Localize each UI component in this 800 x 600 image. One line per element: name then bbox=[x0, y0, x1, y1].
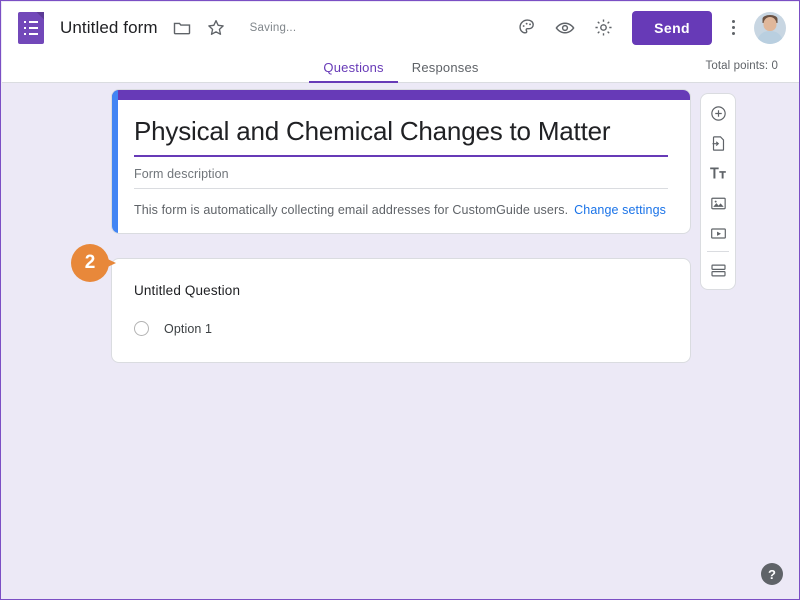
google-forms-window: Untitled form Saving... Send Questions R… bbox=[0, 0, 800, 600]
eye-icon[interactable] bbox=[546, 9, 584, 47]
app-header: Untitled form Saving... Send bbox=[2, 2, 799, 53]
form-editor-toolbar bbox=[700, 93, 736, 290]
add-title-description-icon[interactable] bbox=[701, 158, 735, 188]
avatar[interactable] bbox=[754, 11, 786, 44]
email-notice-text: This form is automatically collecting em… bbox=[134, 203, 569, 217]
add-video-icon[interactable] bbox=[701, 218, 735, 248]
form-title-field[interactable]: Untitled form bbox=[60, 18, 158, 38]
form-content-column: Physical and Chemical Changes to Matter … bbox=[111, 89, 691, 363]
tab-responses[interactable]: Responses bbox=[398, 53, 493, 83]
callout-number: 2 bbox=[71, 244, 109, 282]
callout-badge-2: 2 bbox=[71, 244, 125, 282]
email-collection-notice: This form is automatically collecting em… bbox=[134, 189, 668, 217]
form-tabs: Questions Responses Total points: 0 bbox=[2, 53, 799, 83]
add-section-icon[interactable] bbox=[701, 255, 735, 285]
gear-icon[interactable] bbox=[584, 9, 622, 47]
google-forms-icon[interactable] bbox=[18, 11, 44, 44]
palette-icon[interactable] bbox=[508, 9, 546, 47]
import-questions-icon[interactable] bbox=[701, 128, 735, 158]
form-title-input[interactable]: Physical and Chemical Changes to Matter bbox=[134, 116, 668, 157]
question-card[interactable]: Untitled Question Option 1 bbox=[111, 258, 691, 363]
total-points-label: Total points: 0 bbox=[705, 60, 778, 72]
selection-indicator bbox=[112, 90, 118, 233]
save-status-text: Saving... bbox=[249, 21, 297, 34]
question-title[interactable]: Untitled Question bbox=[134, 283, 668, 298]
folder-icon[interactable] bbox=[172, 18, 192, 38]
add-image-icon[interactable] bbox=[701, 188, 735, 218]
form-header-card[interactable]: Physical and Chemical Changes to Matter … bbox=[111, 89, 691, 234]
question-option-row[interactable]: Option 1 bbox=[134, 321, 668, 336]
form-description-input[interactable]: Form description bbox=[134, 157, 668, 189]
star-icon[interactable] bbox=[206, 18, 226, 38]
change-settings-link[interactable]: Change settings bbox=[574, 203, 666, 217]
help-button[interactable]: ? bbox=[761, 563, 783, 585]
form-theme-stripe bbox=[112, 90, 690, 100]
send-button[interactable]: Send bbox=[632, 10, 712, 45]
toolbar-divider bbox=[707, 251, 729, 252]
tab-questions[interactable]: Questions bbox=[309, 53, 398, 83]
radio-button-icon[interactable] bbox=[134, 321, 149, 336]
add-question-icon[interactable] bbox=[701, 98, 735, 128]
option-label[interactable]: Option 1 bbox=[164, 322, 212, 336]
kebab-menu-icon[interactable] bbox=[718, 11, 748, 45]
